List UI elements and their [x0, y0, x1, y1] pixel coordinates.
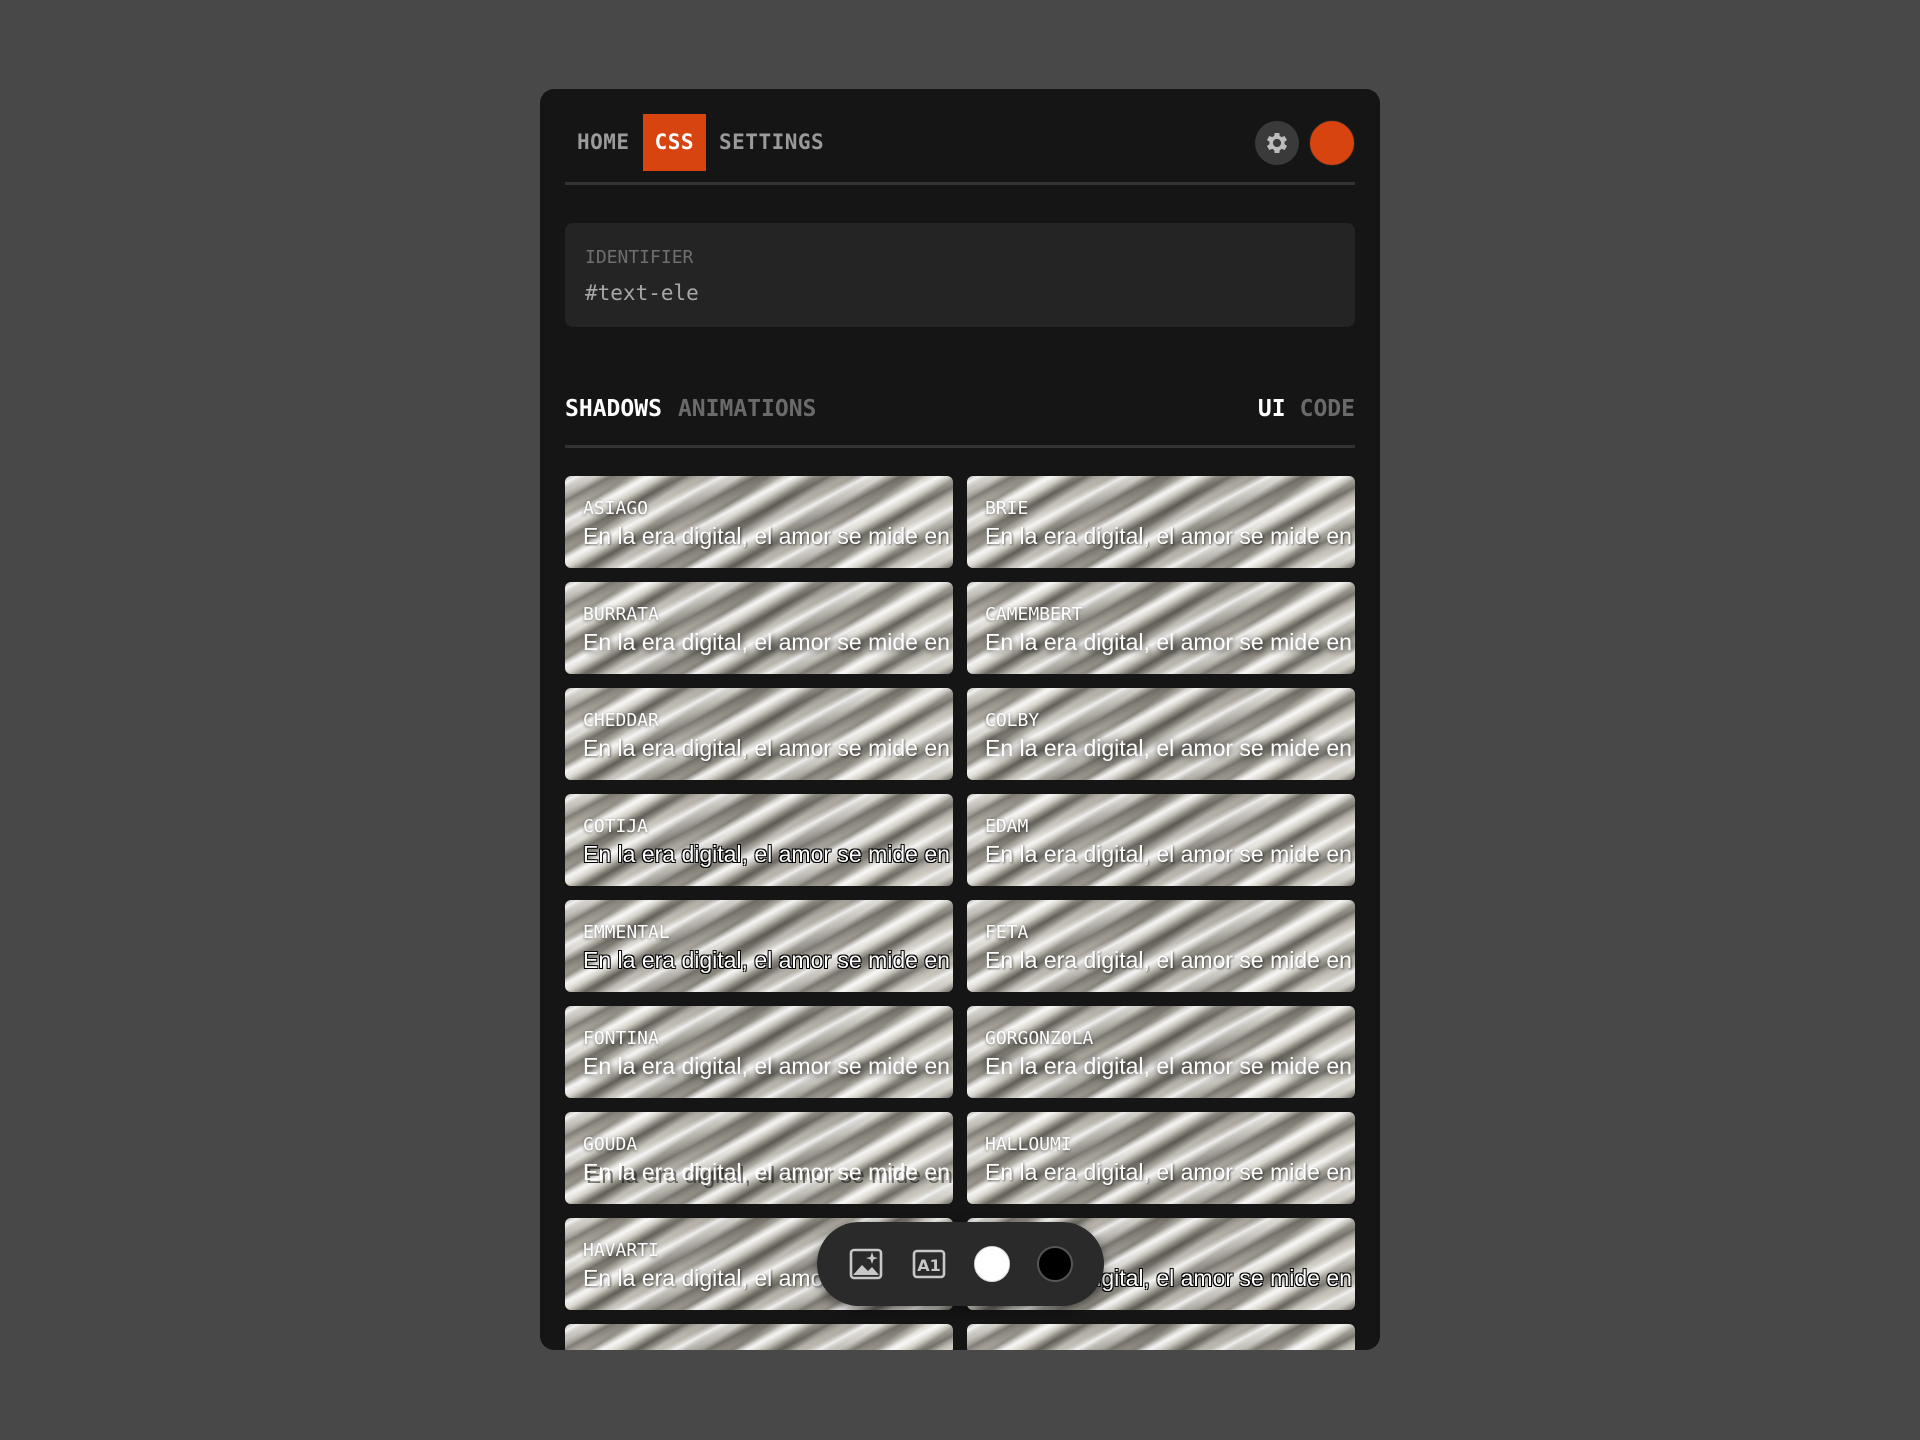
preset-name: FONTINA	[583, 1028, 659, 1049]
tab-animations[interactable]: ANIMATIONS	[678, 396, 816, 422]
preset-card-brie[interactable]: BRIE En la era digital, el amor se mide …	[967, 476, 1355, 568]
identifier-field: IDENTIFIER	[565, 223, 1365, 327]
tab-ui[interactable]: UI	[1258, 396, 1286, 422]
preset-card-gorgonzola[interactable]: GORGONZOLA En la era digital, el amor se…	[967, 1006, 1355, 1098]
preset-card-gouda[interactable]: GOUDA En la era digital, el amor se mide…	[565, 1112, 953, 1204]
preset-card-emmental[interactable]: EMMENTAL En la era digital, el amor se m…	[565, 900, 953, 992]
preset-name: EMMENTAL	[583, 922, 670, 943]
preset-sample-text: En la era digital, el amor se mide en	[985, 841, 1352, 867]
preset-card-asiago[interactable]: ASIAGO En la era digital, el amor se mid…	[565, 476, 953, 568]
preset-sample-text: En la era digital, el amor se mide en	[985, 523, 1352, 549]
preset-name: FETA	[985, 922, 1029, 943]
preset-card-edam[interactable]: EDAM En la era digital, el amor se mide …	[967, 794, 1355, 886]
preset-name: CAMEMBERT	[985, 604, 1083, 625]
white-swatch[interactable]	[974, 1246, 1010, 1282]
preset-card-cotija[interactable]: COTIJA En la era digital, el amor se mid…	[565, 794, 953, 886]
preset-card-burrata[interactable]: BURRATA En la era digital, el amor se mi…	[565, 582, 953, 674]
preset-sample-text: En la era digital, el amor se mide en	[583, 523, 950, 549]
preset-sample-text: En la era digital, el amor se mide en	[583, 1159, 950, 1185]
preset-name: CHEDDAR	[583, 710, 659, 731]
preset-sample-text: En la era digital, el amor se mide en	[985, 629, 1352, 655]
settings-button[interactable]	[1255, 120, 1299, 165]
tab-shadows[interactable]: SHADOWS	[565, 396, 662, 422]
preset-card-cheddar[interactable]: CHEDDAR En la era digital, el amor se mi…	[565, 688, 953, 780]
tab-code[interactable]: CODE	[1300, 396, 1355, 422]
top-nav-actions	[1255, 119, 1355, 166]
preset-name: COLBY	[985, 710, 1040, 731]
shadow-preset-grid: ASIAGO En la era digital, el amor se mid…	[565, 476, 1355, 1350]
preset-sample-text: En la era digital, el amor se mide en	[985, 947, 1352, 973]
identifier-label: IDENTIFIER	[585, 247, 694, 268]
preset-card-feta[interactable]: FETA En la era digital, el amor se mide …	[967, 900, 1355, 992]
preset-sample-text: En la era digital, el amor se mide en	[985, 735, 1352, 761]
preset-name: GORGONZOLA	[985, 1028, 1094, 1049]
tab-settings[interactable]: SETTINGS	[706, 114, 837, 171]
avatar[interactable]	[1309, 119, 1355, 166]
tab-home[interactable]: HOME	[565, 114, 643, 171]
font-a1-icon: A1	[912, 1249, 946, 1279]
image-sparkle-icon	[849, 1248, 883, 1280]
svg-text:A1: A1	[917, 1256, 941, 1275]
preset-sample-text: En la era digital, el amor se mide en	[583, 1053, 950, 1079]
gear-icon	[1266, 132, 1288, 153]
font-button[interactable]: A1	[911, 1246, 947, 1282]
black-swatch[interactable]	[1037, 1246, 1073, 1282]
preset-sample-text: En la era digital, el amor se mide en	[985, 1159, 1352, 1185]
css-panel: HOME CSS SETTINGS IDENTIFIER SHADOWS ANI…	[540, 89, 1380, 1350]
preset-card-halloumi[interactable]: HALLOUMI En la era digital, el amor se m…	[967, 1112, 1355, 1204]
background-image-button[interactable]	[848, 1246, 884, 1282]
top-nav: HOME CSS SETTINGS	[565, 114, 1355, 171]
preset-name: BRIE	[985, 498, 1029, 519]
sub-divider	[565, 445, 1355, 448]
preset-name: ASIAGO	[583, 498, 649, 519]
preset-sample-text: En la era digital, el amor se mide en	[583, 947, 950, 973]
preset-name: EDAM	[985, 816, 1029, 837]
preset-sample-text: En la era digital, el amor se mide en	[985, 1053, 1352, 1079]
preset-card-camembert[interactable]: CAMEMBERT En la era digital, el amor se …	[967, 582, 1355, 674]
preset-sample-text: En la era digital, el amor se mide en	[583, 735, 950, 761]
preset-sample-text: En la era digital, el amor se mide en	[583, 629, 950, 655]
tab-css[interactable]: CSS	[642, 114, 707, 171]
preset-name: BURRATA	[583, 604, 659, 625]
preset-card-fontina[interactable]: FONTINA En la era digital, el amor se mi…	[565, 1006, 953, 1098]
preset-card-colby[interactable]: COLBY En la era digital, el amor se mide…	[967, 688, 1355, 780]
preset-card-partial[interactable]	[967, 1324, 1355, 1350]
preset-name: COTIJA	[583, 816, 649, 837]
preset-name: HAVARTI	[583, 1240, 659, 1261]
preset-card-partial[interactable]	[565, 1324, 953, 1350]
preset-name: HALLOUMI	[985, 1134, 1072, 1155]
sub-nav: SHADOWS ANIMATIONS UI CODE	[565, 384, 1355, 434]
preset-sample-text: En la era digital, el amor se mide en	[583, 841, 950, 867]
preset-name: GOUDA	[583, 1134, 638, 1155]
floating-toolbar: A1	[817, 1222, 1104, 1306]
view-toggle: UI CODE	[1244, 396, 1355, 422]
top-divider	[565, 182, 1355, 185]
identifier-input[interactable]	[585, 281, 1365, 305]
